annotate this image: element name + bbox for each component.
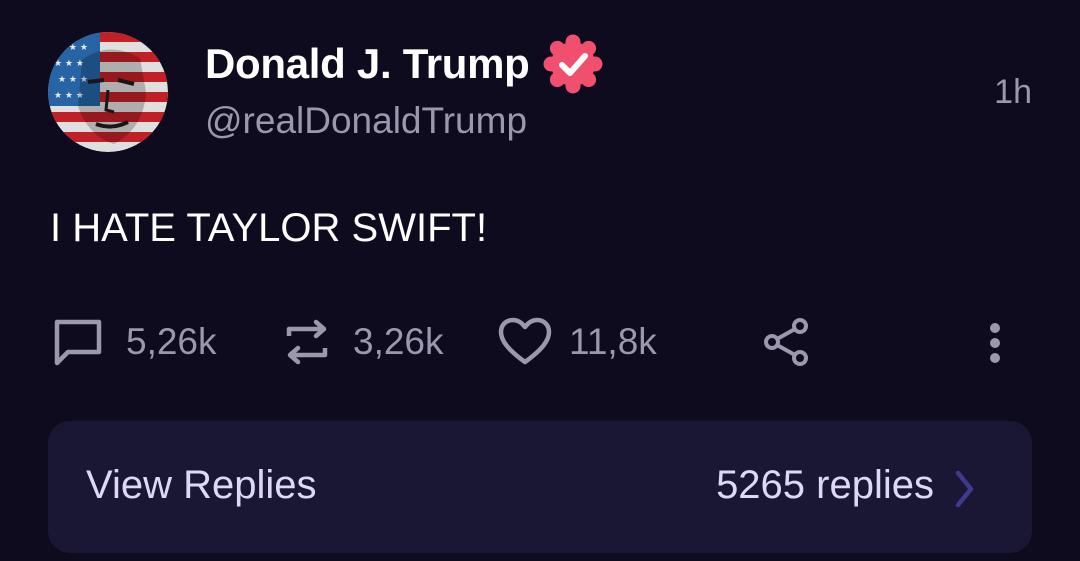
like-count: 11,8k	[569, 321, 657, 362]
post-text: I HATE TAYLOR SWIFT!	[50, 206, 488, 250]
flag-portrait-avatar: ★ ★ ★ ★ ★ ★ ★ ★ ★ ★ ★ ★	[48, 32, 168, 152]
repost-count: 3,26k	[353, 321, 444, 362]
verified-badge-icon	[542, 33, 604, 95]
reply-button[interactable]: 5,26k	[52, 312, 217, 372]
comment-icon	[52, 316, 104, 368]
more-vertical-icon	[980, 316, 1010, 368]
repost-button[interactable]: 3,26k	[283, 312, 444, 372]
like-button[interactable]: 11,8k	[497, 312, 657, 372]
reply-count: 5,26k	[126, 321, 217, 362]
repost-icon	[283, 316, 331, 368]
avatar[interactable]: ★ ★ ★ ★ ★ ★ ★ ★ ★ ★ ★ ★	[48, 32, 168, 152]
post-card: ★ ★ ★ ★ ★ ★ ★ ★ ★ ★ ★ ★ Donald J. Trump	[0, 0, 1080, 561]
more-options-button[interactable]	[980, 312, 1010, 372]
author-handle[interactable]: @realDonaldTrump	[205, 100, 527, 142]
replies-count-text: 5265 replies	[716, 463, 934, 507]
author-name-row: Donald J. Trump	[205, 34, 604, 94]
chevron-right-icon	[954, 469, 976, 514]
heart-icon	[497, 316, 553, 368]
share-icon	[762, 316, 812, 368]
view-replies-button[interactable]: View Replies 5265 replies	[48, 421, 1032, 553]
author-display-name[interactable]: Donald J. Trump	[205, 40, 530, 88]
view-replies-label: View Replies	[86, 463, 317, 507]
share-button[interactable]	[762, 312, 812, 372]
post-actions: 5,26k 3,26k 11,8k	[0, 312, 1080, 372]
post-timestamp: 1h	[994, 73, 1032, 111]
